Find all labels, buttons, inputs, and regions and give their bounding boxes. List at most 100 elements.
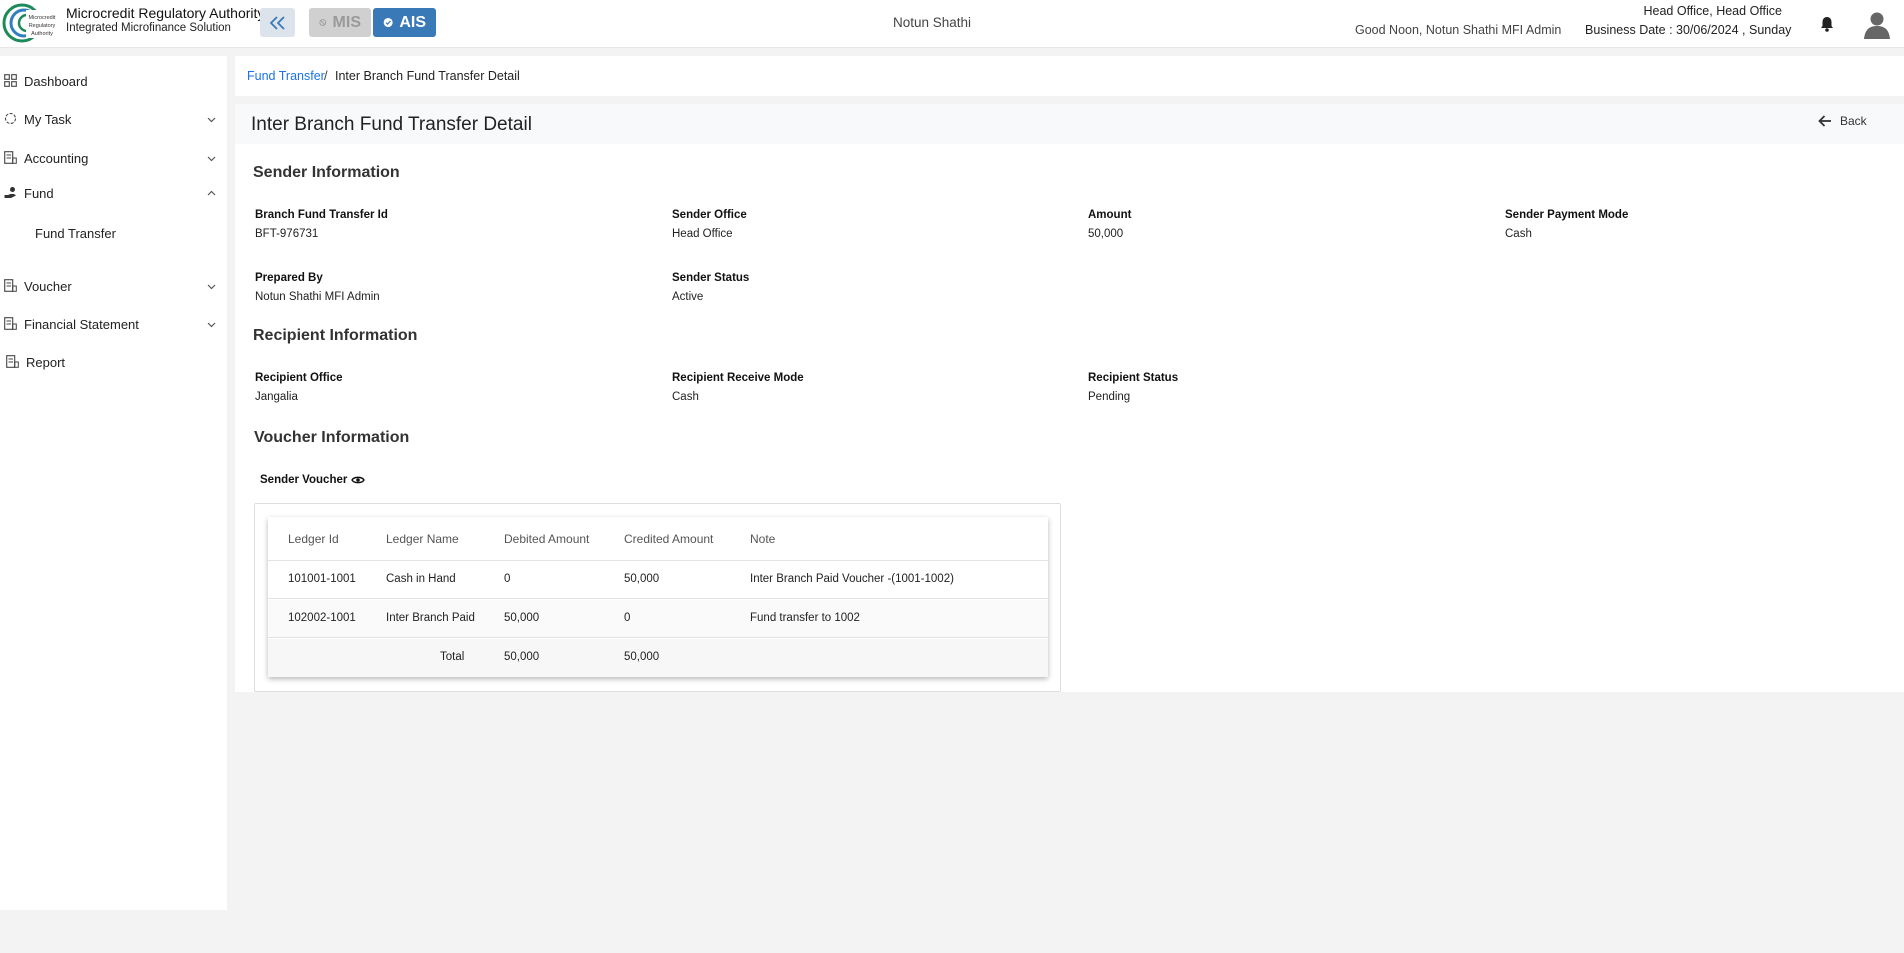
detail-panel: Inter Branch Fund Transfer Detail Back S… xyxy=(235,104,1904,692)
sidebar-item-voucher[interactable]: Voucher xyxy=(0,272,227,300)
user-avatar-icon[interactable] xyxy=(1862,9,1892,39)
voucher-table: Ledger Id Ledger Name Debited Amount Cre… xyxy=(268,517,1048,677)
sender-office: Head Office xyxy=(672,228,733,240)
voucher-icon xyxy=(4,279,17,292)
recipient-office: Jangalia xyxy=(255,391,298,403)
column-header-credited-amount: Credited Amount xyxy=(624,532,714,546)
voucher-section-title: Voucher Information xyxy=(254,429,410,446)
back-label: Back xyxy=(1840,114,1867,128)
block-icon xyxy=(319,19,327,26)
field-label: Recipient Receive Mode xyxy=(672,372,804,384)
sender-voucher-container: Ledger Id Ledger Name Debited Amount Cre… xyxy=(254,503,1061,692)
total-credited-cell: 50,000 xyxy=(624,651,660,663)
ledger-name-cell: Cash in Hand xyxy=(386,573,456,585)
sidebar-item-label: Financial Statement xyxy=(24,316,139,332)
business-date: Business Date : 30/06/2024 , Sunday xyxy=(1585,23,1792,37)
credited-amount-cell: 0 xyxy=(624,612,631,624)
breadcrumb-separator: / xyxy=(324,68,328,83)
breadcrumb: Fund Transfer / Inter Branch Fund Transf… xyxy=(235,56,1904,96)
bell-icon[interactable] xyxy=(1818,15,1836,33)
branch-fund-transfer-id: BFT-976731 xyxy=(255,228,319,240)
table-total-row: Total 50,000 50,000 xyxy=(268,639,1048,677)
greeting-text: Good Noon, Notun Shathi MFI Admin xyxy=(1355,23,1562,37)
debited-amount-cell: 0 xyxy=(504,573,511,585)
sidebar-item-dashboard[interactable]: Dashboard xyxy=(0,67,227,95)
sidebar-item-my-task[interactable]: My Task xyxy=(0,105,227,133)
field-label: Sender Office xyxy=(672,209,747,221)
back-button[interactable]: Back xyxy=(1818,114,1867,128)
chevron-down-icon xyxy=(207,284,216,290)
table-row: 102002-1001 Inter Branch Paid 50,000 0 F… xyxy=(268,600,1048,638)
table-row: 101001-1001 Cash in Hand 0 50,000 Inter … xyxy=(268,561,1048,599)
field-label: Branch Fund Transfer Id xyxy=(255,209,388,221)
note-cell: Fund transfer to 1002 xyxy=(750,612,860,624)
double-chevron-left-icon xyxy=(269,15,285,30)
sender-voucher-label: Sender Voucher xyxy=(260,474,366,486)
ledger-name-cell: Inter Branch Paid xyxy=(386,612,475,624)
statement-icon xyxy=(4,317,17,330)
chevron-down-icon xyxy=(207,117,216,123)
sidebar-item-report[interactable]: Report xyxy=(0,348,227,376)
sidebar-collapse-button[interactable] xyxy=(260,8,295,37)
arrow-left-icon xyxy=(1818,115,1831,127)
field-label: Recipient Office xyxy=(255,372,343,384)
page-title: Inter Branch Fund Transfer Detail xyxy=(251,114,532,135)
chevron-up-icon xyxy=(207,190,216,196)
task-icon xyxy=(4,112,17,125)
ledger-id-cell: 102002-1001 xyxy=(288,612,356,624)
breadcrumb-current: Inter Branch Fund Transfer Detail xyxy=(335,69,520,83)
amount: 50,000 xyxy=(1088,228,1124,240)
sidebar-item-label: Fund xyxy=(24,185,54,201)
mra-logo-icon: Microcredit Regulatory Authority xyxy=(2,3,58,43)
sidebar-subitem-fund-transfer[interactable]: Fund Transfer xyxy=(35,226,116,241)
column-header-ledger-name: Ledger Name xyxy=(386,532,459,546)
grid-icon xyxy=(4,74,17,87)
mis-module-button[interactable]: MIS xyxy=(309,8,371,37)
sidebar-item-label: Dashboard xyxy=(24,73,88,89)
recipient-receive-mode: Cash xyxy=(672,391,699,403)
sidebar-item-fund[interactable]: Fund xyxy=(0,179,227,207)
sidebar-item-accounting[interactable]: Accounting xyxy=(0,144,227,172)
field-label: Sender Status xyxy=(672,272,750,284)
sender-voucher-text: Sender Voucher xyxy=(260,474,348,486)
report-icon xyxy=(6,355,19,368)
field-label: Amount xyxy=(1088,209,1132,221)
top-header: Microcredit Regulatory Authority Microcr… xyxy=(0,0,1904,48)
center-name: Notun Shathi xyxy=(893,15,972,30)
total-label: Total xyxy=(440,651,465,663)
field-label: Recipient Status xyxy=(1088,372,1179,384)
chevron-down-icon xyxy=(207,322,216,328)
sender-section-title: Sender Information xyxy=(253,164,400,181)
sidebar-item-label: My Task xyxy=(24,111,72,127)
hand-coin-icon xyxy=(4,187,16,198)
chevron-down-icon xyxy=(207,156,216,162)
total-debited-cell: 50,000 xyxy=(504,651,540,663)
svg-text:Authority: Authority xyxy=(31,31,53,37)
svg-text:Regulatory: Regulatory xyxy=(29,23,56,29)
eye-icon[interactable] xyxy=(351,475,366,485)
recipient-status: Pending xyxy=(1088,391,1131,403)
office-name: Head Office, Head Office xyxy=(1643,4,1782,18)
sender-payment-mode: Cash xyxy=(1505,228,1532,240)
ledger-id-cell: 101001-1001 xyxy=(288,573,356,585)
ledger-icon xyxy=(4,151,17,164)
sender-status: Active xyxy=(672,291,704,303)
note-cell: Inter Branch Paid Voucher -(1001-1002) xyxy=(750,573,954,585)
ais-module-button[interactable]: AIS xyxy=(373,8,436,37)
prepared-by: Notun Shathi MFI Admin xyxy=(255,291,380,303)
sidebar-item-label: Report xyxy=(26,354,66,370)
credited-amount-cell: 50,000 xyxy=(624,573,660,585)
sidebar-item-financial-statement[interactable]: Financial Statement xyxy=(0,310,227,338)
breadcrumb-link-fund-transfer[interactable]: Fund Transfer xyxy=(247,69,325,83)
sidebar: Dashboard My Task Accounting Fund Fund T… xyxy=(0,56,227,910)
org-subtitle: Integrated Microfinance Solution xyxy=(66,22,231,34)
sidebar-item-label: Accounting xyxy=(24,150,89,166)
page-title-bar: Inter Branch Fund Transfer Detail Back xyxy=(235,104,1904,144)
table-header-row: Ledger Id Ledger Name Debited Amount Cre… xyxy=(268,517,1048,561)
column-header-debited-amount: Debited Amount xyxy=(504,532,590,546)
sidebar-item-label: Voucher xyxy=(24,278,72,294)
column-header-note: Note xyxy=(750,532,776,546)
debited-amount-cell: 50,000 xyxy=(504,612,540,624)
mis-label: MIS xyxy=(332,13,361,31)
field-label: Sender Payment Mode xyxy=(1505,209,1629,221)
